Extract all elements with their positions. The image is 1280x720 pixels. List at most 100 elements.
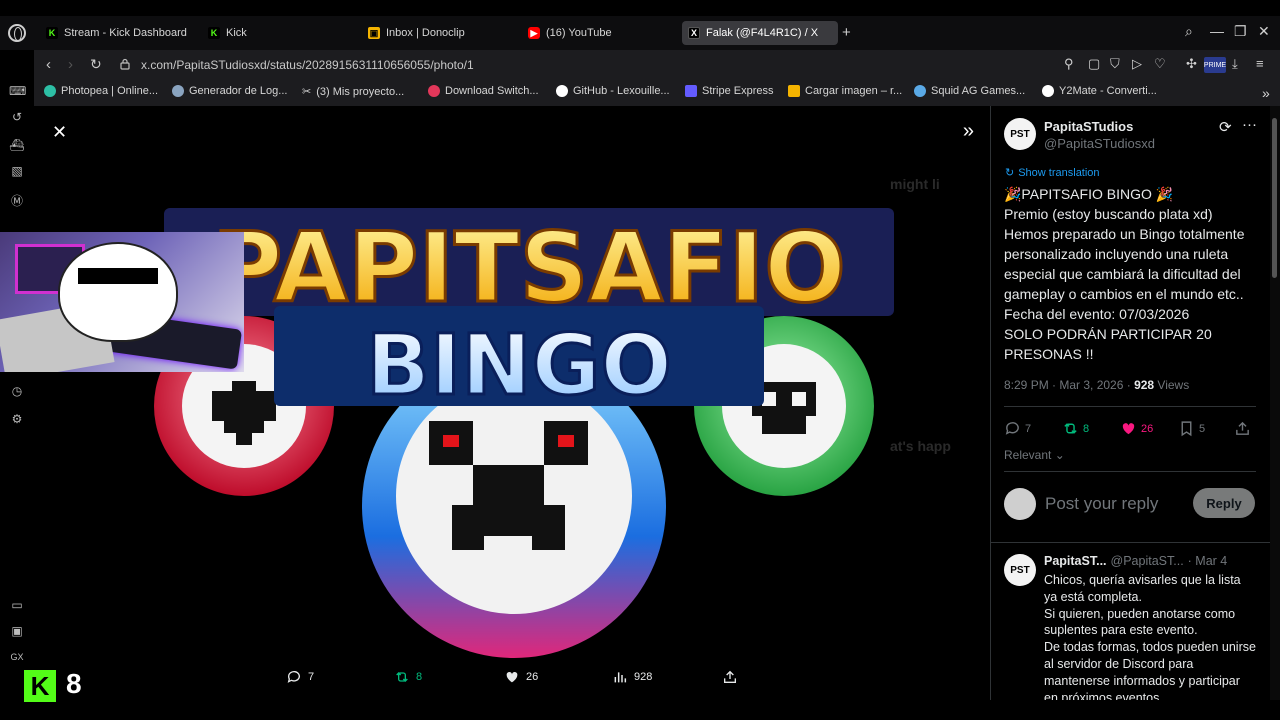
download-icon[interactable]: ⤓ <box>1232 56 1238 72</box>
tab-label: Falak (@F4L4R1C) / X <box>706 27 819 39</box>
viewer-reply-button[interactable]: 7 <box>286 669 314 685</box>
bookmark-icon <box>1181 421 1192 437</box>
forward-icon[interactable]: › <box>68 56 73 73</box>
share-button[interactable] <box>1234 420 1251 437</box>
gx-hardware-icon[interactable]: ▭ <box>9 598 25 612</box>
sunglasses-icon <box>78 268 158 284</box>
tweet-time[interactable]: 8:29 PM · Mar 3, 2026 · <box>1004 378 1134 392</box>
cpu-icon[interactable]: ▣ <box>9 624 25 638</box>
extension-badge-icon[interactable]: PRIME <box>1204 57 1226 73</box>
viewer-repost-button[interactable]: 8 <box>394 669 422 685</box>
url-input[interactable]: x.com/PapitaSTudiosxd/status/20289156311… <box>141 58 474 72</box>
bookmark-item[interactable]: Photopea | Online... <box>44 85 158 97</box>
bookmark-label: Stripe Express <box>702 85 774 97</box>
opera-logo-icon[interactable] <box>8 24 26 42</box>
bookmark-item[interactable]: Cargar imagen – r... <box>788 85 902 97</box>
bookmark-item[interactable]: Generador de Log... <box>172 85 287 97</box>
reload-icon[interactable]: ↻ <box>90 56 102 73</box>
browser-sidebar: ⌨ ↺ ⛴ ▧ Ⓜ ◷ ⚙ ▭ ▣ GX <box>0 50 34 720</box>
reload-sidebar-icon[interactable]: ↺ <box>9 110 25 124</box>
viewer-share-button[interactable] <box>722 669 738 685</box>
show-translation-link[interactable]: ↻ Show translation <box>1005 166 1100 180</box>
back-icon[interactable]: ‹ <box>46 56 51 73</box>
extensions-icon[interactable]: ✣ <box>1186 56 1197 72</box>
bookmark-item[interactable]: Stripe Express <box>685 85 774 97</box>
snapshot-icon[interactable]: ▢ <box>1088 56 1100 72</box>
pin-icon[interactable]: ⚲ <box>1064 56 1074 72</box>
reply-icon <box>287 671 300 683</box>
viewer-views-button[interactable]: 928 <box>612 669 652 685</box>
maximize-icon[interactable]: ❐ <box>1234 23 1247 40</box>
author-name[interactable]: PapitaSTudios <box>1044 119 1133 134</box>
grok-icon[interactable]: ⟳ <box>1219 118 1232 136</box>
reply-header: PapitaST... @PapitaST... · Mar 4 <box>1044 554 1227 568</box>
minimize-icon[interactable]: — <box>1210 23 1224 39</box>
send-icon[interactable]: ▷ <box>1132 56 1142 72</box>
tweet-panel: PST PapitaSTudios @PapitaSTudiosxd ⟳ ···… <box>990 106 1270 700</box>
heart-icon[interactable]: ♡ <box>1154 56 1166 72</box>
repost-count: 8 <box>416 671 423 683</box>
scrollbar-thumb[interactable] <box>1272 118 1277 278</box>
history-icon[interactable]: ◷ <box>9 384 25 398</box>
tab-x-falak[interactable]: X Falak (@F4L4R1C) / X <box>682 21 838 45</box>
settings-icon[interactable]: ⚙ <box>9 412 25 426</box>
reply-author-avatar[interactable]: PST <box>1004 554 1036 586</box>
m-app-icon[interactable]: Ⓜ <box>9 192 25 208</box>
tab-kick[interactable]: K Kick <box>202 21 253 45</box>
stripe-icon <box>685 85 697 97</box>
close-viewer-icon[interactable]: ✕ <box>52 122 67 143</box>
youtube-icon: ▶ <box>528 27 540 39</box>
author-avatar[interactable]: PST <box>1004 118 1036 150</box>
ship-icon[interactable]: ⛴ <box>9 138 25 152</box>
close-window-icon[interactable]: ✕ <box>1258 23 1270 40</box>
bookmark-item[interactable]: Squid AG Games... <box>914 85 1025 97</box>
views-chart-icon <box>614 672 627 683</box>
like-button[interactable]: 26 <box>1120 420 1153 437</box>
reply-sort-dropdown[interactable]: Relevant ⌄ <box>1004 448 1065 462</box>
bookmark-item[interactable]: Download Switch... <box>428 85 539 97</box>
menu-icon[interactable]: ≡ <box>1256 56 1264 71</box>
repost-button[interactable]: 8 <box>1062 420 1089 437</box>
bookmark-item[interactable]: GitHub - Lexouille... <box>556 85 670 97</box>
bookmark-item[interactable]: ✂ (3) Mis proyecto... <box>302 85 405 99</box>
reply-date[interactable]: · Mar 4 <box>1188 554 1228 568</box>
more-options-icon[interactable]: ··· <box>1242 116 1257 133</box>
tab-strip: K Stream - Kick Dashboard K Kick ▣ Inbox… <box>0 16 1280 50</box>
twitch-icon[interactable]: ▧ <box>9 164 25 178</box>
reply-input[interactable]: Post your reply <box>1045 494 1158 514</box>
bookmark-button[interactable]: 5 <box>1178 420 1205 437</box>
reply-composer: Post your reply Reply <box>1004 486 1256 520</box>
search-tabs-icon[interactable]: ⌕ <box>1185 23 1193 40</box>
tab-donoclip[interactable]: ▣ Inbox | Donoclip <box>362 21 471 45</box>
collapse-panel-icon[interactable]: » <box>963 120 974 143</box>
repost-count: 8 <box>1083 422 1090 435</box>
reply-author-name[interactable]: PapitaST... <box>1044 554 1107 568</box>
tab-youtube[interactable]: ▶ (16) YouTube <box>522 21 618 45</box>
gx-icon[interactable]: GX <box>9 652 25 666</box>
translate-icon: ↻ <box>1005 167 1015 179</box>
heart-filled-icon <box>1122 423 1135 435</box>
tweet-meta: 8:29 PM · Mar 3, 2026 · 928 Views <box>1004 378 1189 392</box>
like-count: 26 <box>526 671 539 683</box>
gamepad-icon[interactable]: ⌨ <box>9 84 26 98</box>
x-icon: X <box>688 27 700 39</box>
user-avatar[interactable] <box>1004 488 1036 520</box>
shield-icon[interactable]: ⛉ <box>1110 56 1120 72</box>
reply-button[interactable]: 7 <box>1004 420 1031 437</box>
bookmarks-bar: Photopea | Online... Generador de Log...… <box>34 80 1280 106</box>
author-handle[interactable]: @PapitaSTudiosxd <box>1044 136 1155 151</box>
bookmark-item[interactable]: Y2Mate - Converti... <box>1042 85 1157 97</box>
bookmark-label: GitHub - Lexouille... <box>573 85 670 97</box>
bookmark-label: Photopea | Online... <box>61 85 159 97</box>
tab-kick-dashboard[interactable]: K Stream - Kick Dashboard <box>40 21 193 45</box>
panel-scrollbar[interactable] <box>1270 106 1280 700</box>
more-bookmarks-icon[interactable]: » <box>1262 85 1270 101</box>
bookmark-count: 5 <box>1199 422 1206 435</box>
new-tab-button[interactable]: + <box>842 24 851 41</box>
address-bar: ‹ › ↻ x.com/PapitaSTudiosxd/status/20289… <box>34 50 1280 80</box>
viewer-like-button[interactable]: 26 <box>504 669 538 685</box>
bookmark-label: (3) Mis proyecto... <box>316 85 405 98</box>
reply-submit-button[interactable]: Reply <box>1193 488 1255 518</box>
tab-label: Stream - Kick Dashboard <box>64 27 187 39</box>
reply-author-handle[interactable]: @PapitaST... <box>1111 554 1184 568</box>
